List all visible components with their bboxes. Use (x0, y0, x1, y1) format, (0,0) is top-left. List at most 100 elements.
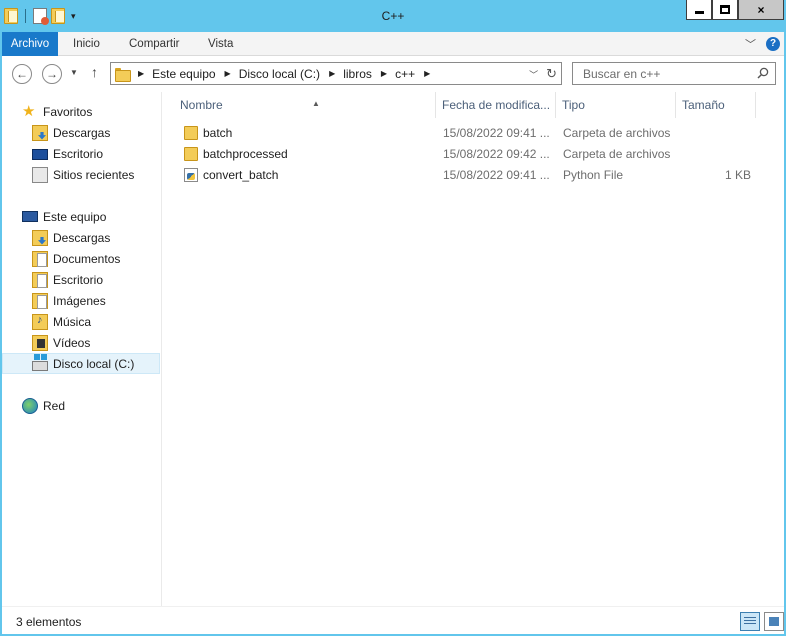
sidebar-item-documentos[interactable]: Documentos (2, 248, 160, 269)
sidebar-item-label: Vídeos (53, 335, 91, 350)
sidebar-item-favoritos[interactable]: ★ Favoritos (2, 101, 160, 122)
star-icon: ★ (22, 102, 36, 120)
table-row[interactable]: convert_batch 15/08/2022 09:41 ... Pytho… (178, 165, 758, 186)
folder-icon (184, 126, 198, 140)
chevron-right-icon[interactable]: ▶ (424, 69, 430, 78)
file-type: Carpeta de archivos (563, 126, 671, 140)
sidebar-item-descargas[interactable]: Descargas (2, 122, 160, 143)
ribbon-tabs: Archivo Inicio Compartir Vista ﹀ ? (2, 32, 784, 56)
sidebar-item-label: Imágenes (53, 293, 106, 308)
drive-icon (32, 354, 48, 371)
downloads-icon (32, 124, 48, 141)
sidebar-item-label: Descargas (53, 230, 111, 245)
recent-locations-icon[interactable]: ▼ (70, 68, 78, 77)
file-name: batchprocessed (203, 147, 288, 161)
sidebar-item-label: Descargas (53, 125, 111, 140)
chevron-right-icon[interactable]: ▶ (329, 69, 335, 78)
main-area: ★ Favoritos Descargas Escritorio Sitios … (2, 92, 784, 606)
refresh-icon[interactable]: ↻ (546, 66, 557, 82)
minimize-button[interactable] (686, 0, 712, 20)
sidebar-item-label: Red (43, 398, 66, 413)
breadcrumb-libros[interactable]: libros (343, 67, 372, 81)
expand-ribbon-icon[interactable]: ﹀ (745, 36, 756, 52)
file-name: batch (203, 126, 233, 140)
column-header-tipo[interactable]: Tipo (556, 92, 676, 118)
breadcrumb-cpp[interactable]: c++ (395, 67, 415, 81)
sidebar-item-sitios-recientes[interactable]: Sitios recientes (2, 164, 160, 185)
downloads-icon (32, 229, 48, 246)
explorer-window: ▾ C++ × Archivo Inicio Compartir Vista ﹀… (0, 0, 786, 636)
sort-ascending-icon: ▲ (312, 99, 320, 108)
column-header-fecha[interactable]: Fecha de modifica... (436, 92, 556, 118)
window-controls: × (686, 0, 784, 20)
tab-archivo[interactable]: Archivo (2, 32, 58, 56)
forward-arrow-icon: → (46, 67, 58, 81)
file-size: 1 KB (725, 168, 752, 182)
search-placeholder: Buscar en c++ (583, 67, 661, 81)
sidebar-item-videos[interactable]: Vídeos (2, 332, 160, 353)
help-icon[interactable]: ? (766, 37, 780, 51)
details-view-button[interactable] (740, 612, 760, 631)
window-title: C++ (381, 9, 405, 23)
search-icon[interactable] (757, 67, 769, 79)
documents-icon (32, 250, 48, 267)
file-date: 15/08/2022 09:41 ... (443, 168, 550, 182)
file-type: Python File (563, 168, 624, 182)
sidebar-item-musica[interactable]: Música (2, 311, 160, 332)
tab-vista[interactable]: Vista (198, 32, 243, 56)
file-list: ▲ Nombre Fecha de modifica... Tipo Tamañ… (164, 92, 784, 606)
maximize-icon (720, 5, 730, 14)
sidebar-item-imagenes[interactable]: Imágenes (2, 290, 160, 311)
navigation-pane: ★ Favoritos Descargas Escritorio Sitios … (2, 92, 162, 606)
status-bar: 3 elementos (2, 606, 784, 634)
breadcrumb-disco-local[interactable]: Disco local (C:) (239, 67, 320, 81)
sidebar-item-descargas-pc[interactable]: Descargas (2, 227, 160, 248)
sidebar-item-escritorio-pc[interactable]: Escritorio (2, 269, 160, 290)
close-button[interactable]: × (738, 0, 784, 20)
python-file-icon (184, 168, 198, 182)
sidebar-item-escritorio[interactable]: Escritorio (2, 143, 160, 164)
column-header-nombre[interactable]: ▲ Nombre (174, 92, 436, 118)
videos-icon (32, 334, 48, 351)
tab-compartir[interactable]: Compartir (119, 32, 189, 56)
desktop-folder-icon (32, 271, 48, 288)
file-type: Carpeta de archivos (563, 147, 671, 161)
chevron-down-icon[interactable]: ﹀ (529, 68, 538, 81)
recent-places-icon (32, 166, 48, 183)
up-arrow-icon[interactable]: ↑ (91, 64, 98, 80)
file-date: 15/08/2022 09:41 ... (443, 126, 550, 140)
sidebar-item-disco-local[interactable]: Disco local (C:) (2, 353, 160, 374)
table-row[interactable]: batchprocessed 15/08/2022 09:42 ... Carp… (178, 144, 758, 165)
large-icons-view-button[interactable] (764, 612, 784, 631)
pictures-icon (32, 292, 48, 309)
chevron-right-icon[interactable]: ▶ (225, 69, 231, 78)
folder-icon (115, 67, 131, 82)
search-input[interactable]: Buscar en c++ (572, 62, 776, 85)
sidebar-item-label: Escritorio (53, 146, 104, 161)
title-bar: ▾ C++ × (0, 0, 786, 32)
desktop-icon (32, 149, 48, 160)
ribbon-controls: ﹀ ? (745, 36, 780, 52)
breadcrumb-este-equipo[interactable]: Este equipo (152, 67, 215, 81)
chevron-right-icon[interactable]: ▶ (138, 69, 144, 78)
address-controls: ﹀ ↻ (529, 66, 557, 82)
sidebar-item-label: Favoritos (43, 104, 93, 119)
file-date: 15/08/2022 09:42 ... (443, 147, 550, 161)
address-bar[interactable]: ▶ Este equipo ▶ Disco local (C:) ▶ libro… (110, 62, 562, 85)
close-icon: × (757, 2, 765, 17)
sidebar-item-label: Disco local (C:) (53, 356, 135, 371)
column-header-label: Tipo (562, 98, 585, 112)
column-header-tamano[interactable]: Tamaño (676, 92, 756, 118)
tab-inicio[interactable]: Inicio (63, 32, 110, 56)
chevron-right-icon[interactable]: ▶ (381, 69, 387, 78)
sidebar-item-red[interactable]: Red (2, 395, 160, 416)
back-button[interactable]: ← (12, 64, 32, 84)
sidebar-item-este-equipo[interactable]: Este equipo (2, 206, 160, 227)
table-row[interactable]: batch 15/08/2022 09:41 ... Carpeta de ar… (178, 123, 758, 144)
column-header-label: Nombre (180, 98, 223, 112)
folder-icon (184, 147, 198, 161)
maximize-button[interactable] (712, 0, 738, 20)
forward-button[interactable]: → (42, 64, 62, 84)
sidebar-item-label: Este equipo (43, 209, 107, 224)
music-icon (32, 313, 48, 330)
